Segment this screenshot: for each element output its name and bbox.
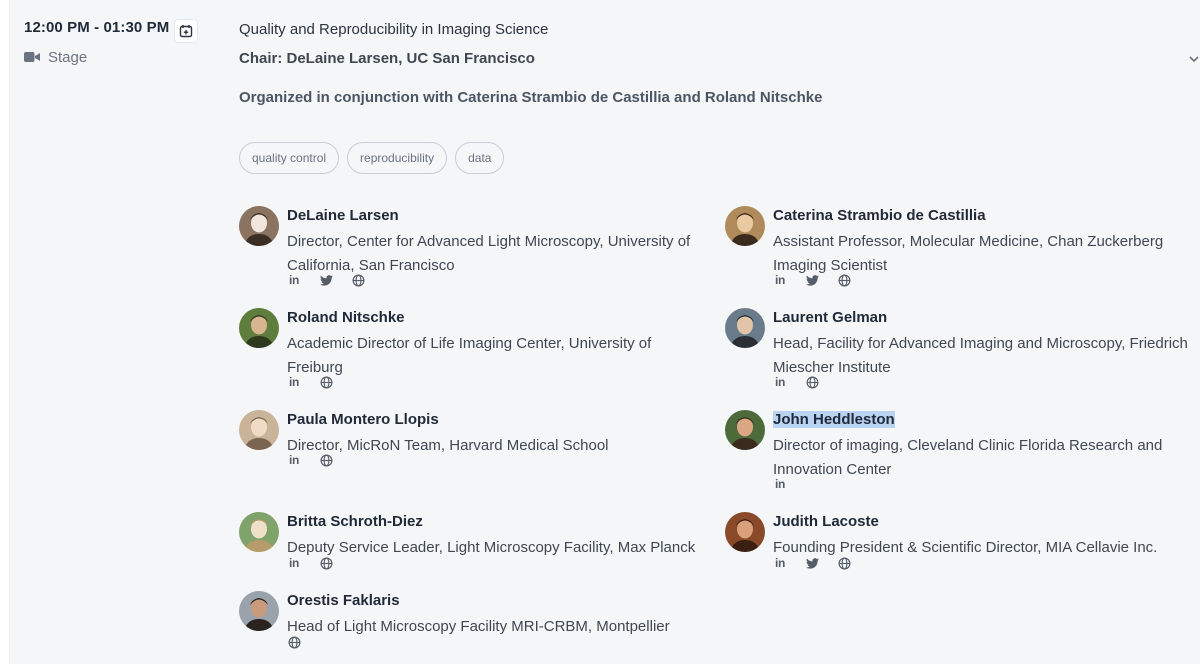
speaker-role: Deputy Service Leader, Light Microscopy … xyxy=(287,539,696,556)
speaker-card: Paula Montero Llopis Director, MicRoN Tea… xyxy=(239,410,709,490)
tag-quality-control[interactable]: quality control xyxy=(239,142,340,174)
twitter-icon[interactable] xyxy=(319,273,333,287)
speaker-name[interactable]: Paula Montero Llopis xyxy=(287,411,439,428)
avatar[interactable] xyxy=(239,591,279,631)
speaker-card: Orestis Faklaris Head of Light Microscopy… xyxy=(239,591,709,664)
speaker-name[interactable]: Roland Nitschke xyxy=(287,309,405,326)
globe-icon[interactable] xyxy=(351,273,365,287)
speaker-name[interactable]: Judith Lacoste xyxy=(773,513,879,530)
linkedin-icon[interactable]: in xyxy=(773,273,787,287)
avatar[interactable] xyxy=(725,206,765,246)
speaker-card: Britta Schroth-Diez Deputy Service Leader… xyxy=(239,512,709,592)
speaker-role: Academic Director of Life Imaging Center… xyxy=(287,335,652,376)
speaker-socials: in xyxy=(287,453,333,467)
speaker-name[interactable]: Caterina Strambio de Castillia xyxy=(773,207,986,224)
twitter-icon[interactable] xyxy=(805,556,819,570)
speaker-socials xyxy=(287,635,301,649)
avatar[interactable] xyxy=(725,410,765,450)
chevron-down-icon[interactable] xyxy=(1187,52,1200,66)
tag-data[interactable]: data xyxy=(455,142,505,174)
linkedin-icon[interactable]: in xyxy=(773,477,787,491)
linkedin-icon[interactable]: in xyxy=(287,375,301,389)
speaker-name[interactable]: Britta Schroth-Diez xyxy=(287,513,423,530)
speaker-card: DeLaine Larsen Director, Center for Advan… xyxy=(239,206,709,287)
globe-icon[interactable] xyxy=(319,556,333,570)
session-chair: Chair: DeLaine Larsen, UC San Francisco xyxy=(239,50,535,67)
speaker-name[interactable]: Orestis Faklaris xyxy=(287,592,400,609)
speaker-socials: in xyxy=(287,375,333,389)
speaker-card: Laurent Gelman Head, Facility for Advance… xyxy=(725,308,1195,389)
speaker-role: Director of imaging, Cleveland Clinic Fl… xyxy=(773,437,1163,478)
page-margin xyxy=(0,0,9,664)
organized-note: Organized in conjunction with Caterina S… xyxy=(239,89,823,106)
avatar[interactable] xyxy=(239,512,279,552)
speaker-name[interactable]: Laurent Gelman xyxy=(773,309,887,326)
speaker-role: Director, MicRoN Team, Harvard Medical S… xyxy=(287,437,609,454)
add-to-calendar-button[interactable] xyxy=(174,19,198,43)
speaker-card: John Heddleston Director of imaging, Clev… xyxy=(725,410,1195,491)
speaker-card: Judith Lacoste Founding President & Scien… xyxy=(725,512,1195,592)
linkedin-icon[interactable]: in xyxy=(773,556,787,570)
speaker-socials: in xyxy=(287,273,365,287)
speaker-socials: in xyxy=(773,273,851,287)
avatar[interactable] xyxy=(239,410,279,450)
linkedin-icon[interactable]: in xyxy=(773,375,787,389)
globe-icon[interactable] xyxy=(319,375,333,389)
linkedin-icon[interactable]: in xyxy=(287,453,301,467)
globe-icon[interactable] xyxy=(837,556,851,570)
session-title: Quality and Reproducibility in Imaging S… xyxy=(239,21,549,38)
speaker-card: Caterina Strambio de Castillia Assistant … xyxy=(725,206,1195,287)
location-label: Stage xyxy=(48,48,88,66)
speaker-card: Roland Nitschke Academic Director of Life… xyxy=(239,308,709,389)
speaker-role: Head, Facility for Advanced Imaging and … xyxy=(773,335,1188,376)
avatar[interactable] xyxy=(725,308,765,348)
globe-icon[interactable] xyxy=(805,375,819,389)
linkedin-icon[interactable]: in xyxy=(287,556,301,570)
speaker-socials: in xyxy=(287,556,333,570)
tag-list: quality control reproducibility data xyxy=(239,142,505,174)
avatar[interactable] xyxy=(239,308,279,348)
speaker-role: Assistant Professor, Molecular Medicine,… xyxy=(773,233,1164,274)
tag-reproducibility[interactable]: reproducibility xyxy=(347,142,448,174)
globe-icon[interactable] xyxy=(837,273,851,287)
speaker-name[interactable]: DeLaine Larsen xyxy=(287,207,399,224)
speaker-role: Head of Light Microscopy Facility MRI-CR… xyxy=(287,618,670,635)
speaker-socials: in xyxy=(773,556,851,570)
video-camera-icon xyxy=(24,52,40,62)
session-time: 12:00 PM - 01:30 PM xyxy=(24,19,170,36)
speaker-socials: in xyxy=(773,477,787,491)
calendar-add-icon xyxy=(179,25,193,38)
linkedin-icon[interactable]: in xyxy=(287,273,301,287)
twitter-icon[interactable] xyxy=(805,273,819,287)
speaker-socials: in xyxy=(773,375,819,389)
globe-icon[interactable] xyxy=(287,635,301,649)
globe-icon[interactable] xyxy=(319,453,333,467)
speaker-role: Director, Center for Advanced Light Micr… xyxy=(287,233,691,274)
avatar[interactable] xyxy=(725,512,765,552)
session-location: Stage xyxy=(24,48,87,66)
avatar[interactable] xyxy=(239,206,279,246)
speaker-name[interactable]: John Heddleston xyxy=(773,411,895,428)
